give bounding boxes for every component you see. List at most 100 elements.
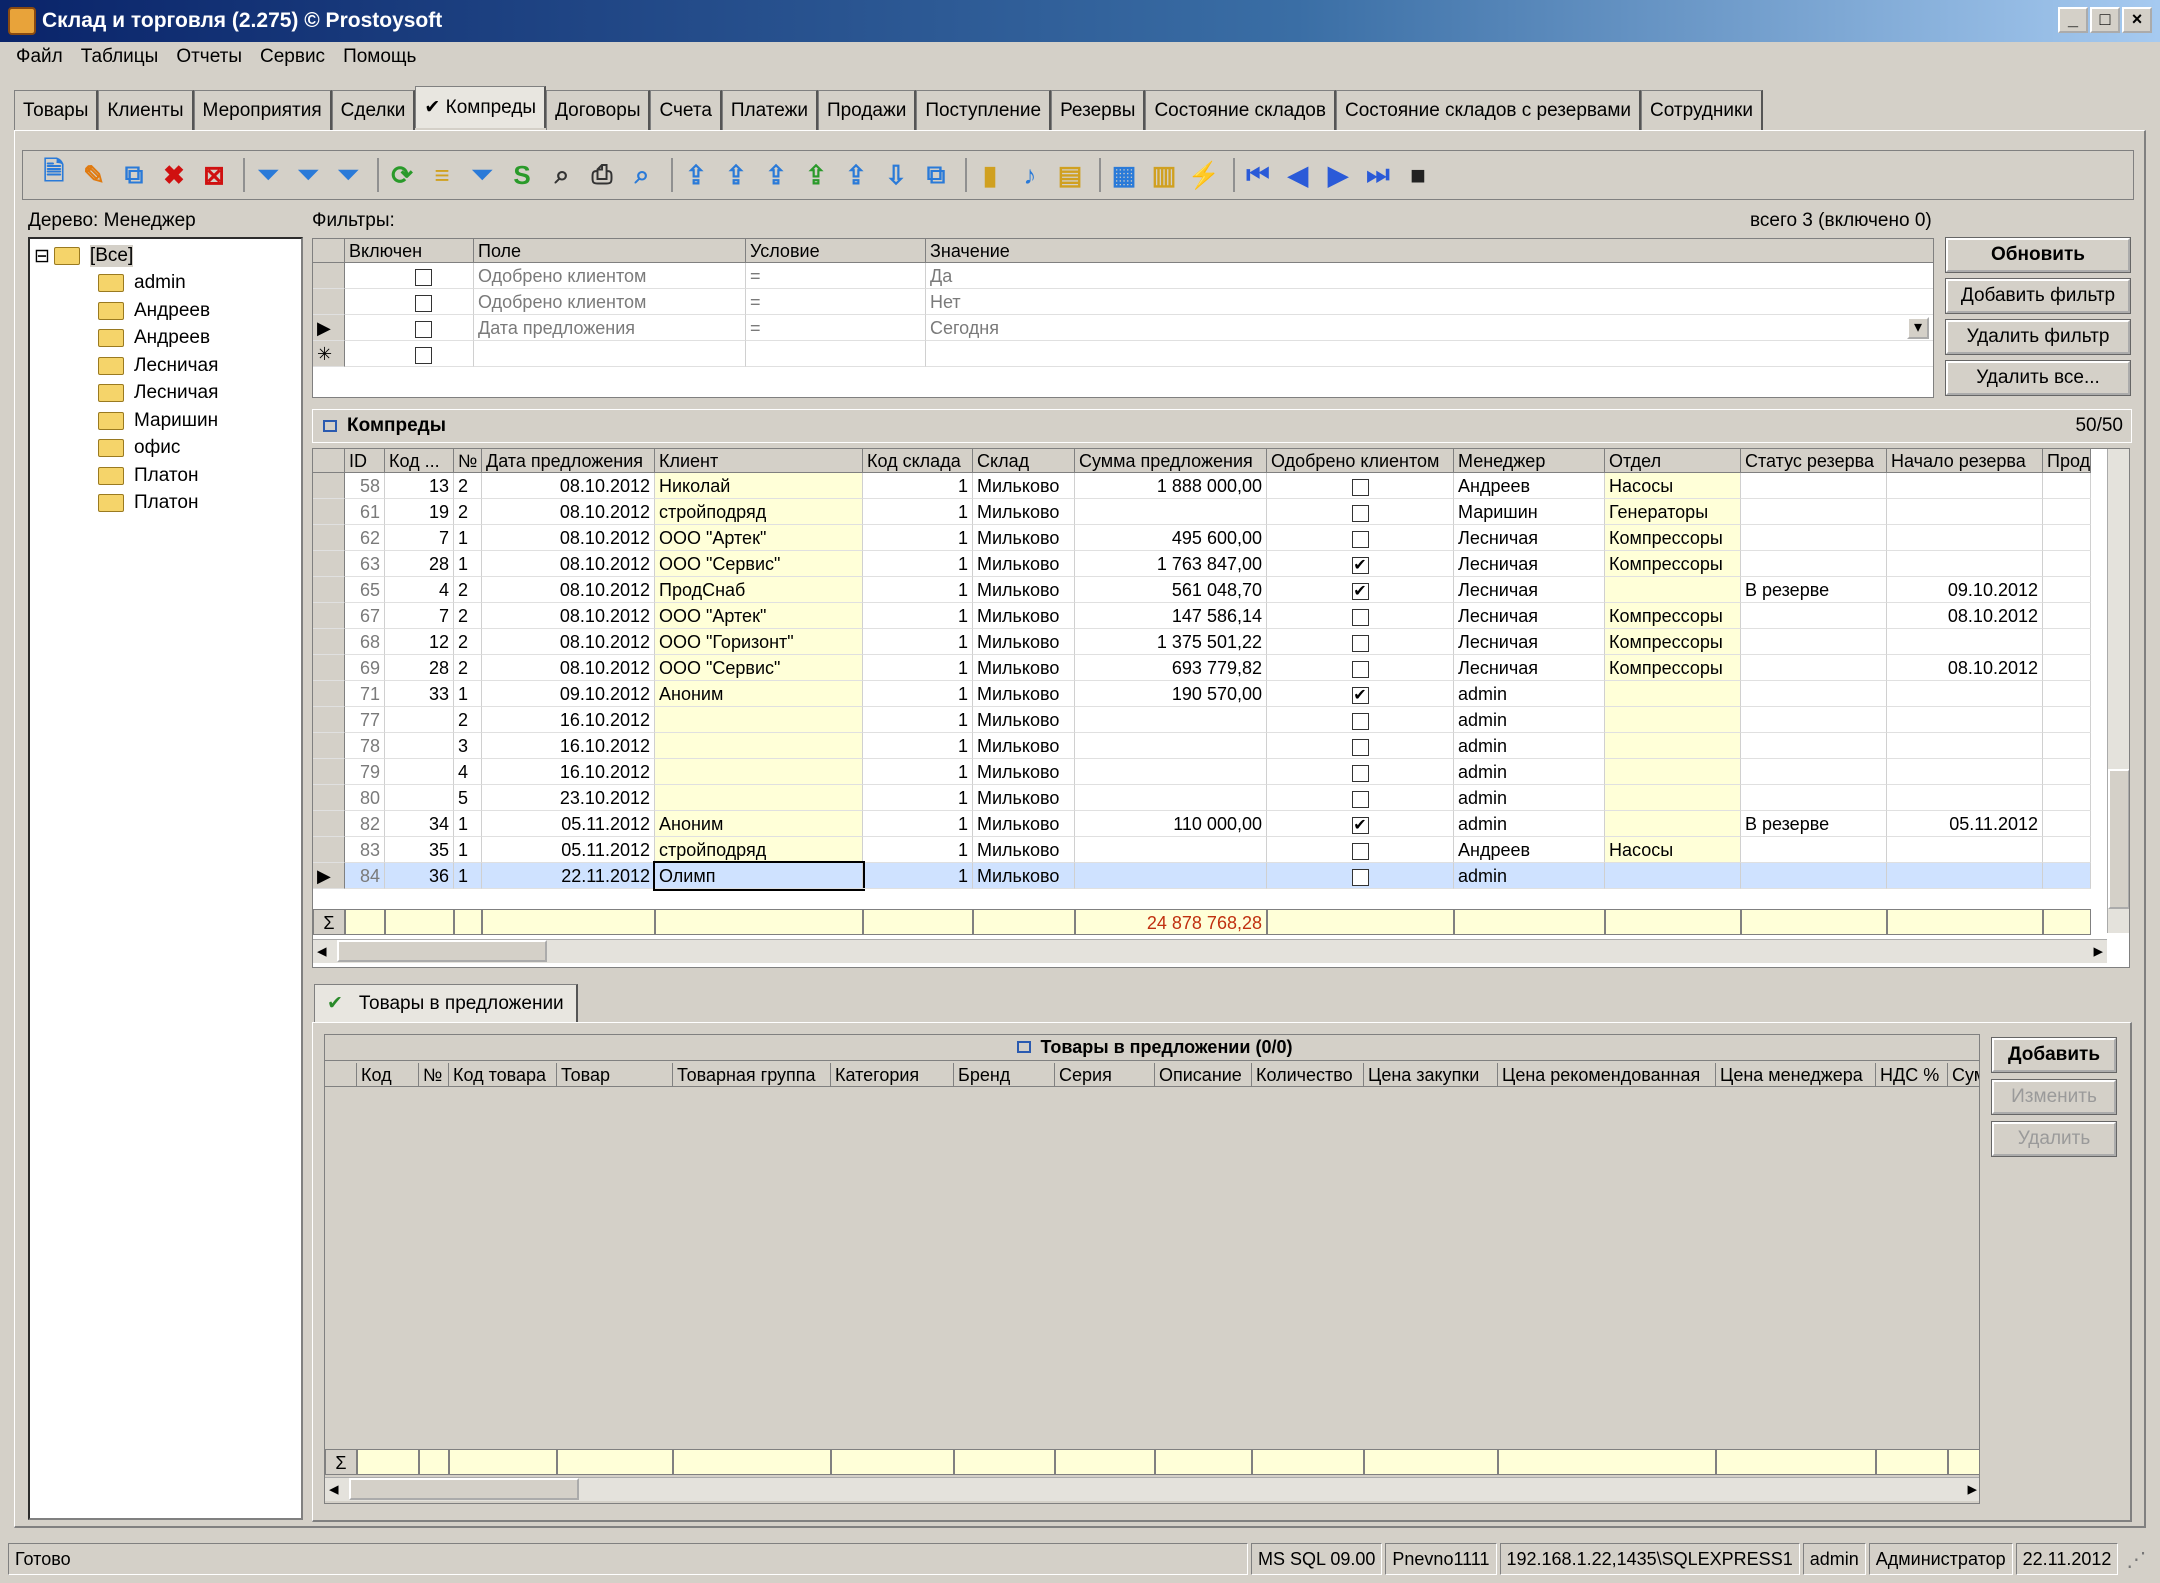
scroll-thumb[interactable] [337, 940, 547, 962]
add-filter-button[interactable]: Добавить фильтр [1945, 278, 2131, 314]
goods-col-header[interactable]: Код товара [449, 1063, 557, 1087]
goods-col-header[interactable]: Бренд [954, 1063, 1055, 1087]
tab-8[interactable]: Продажи [817, 90, 917, 130]
tab-11[interactable]: Состояние складов [1145, 90, 1336, 130]
binoculars-icon[interactable]: ⌕ [545, 157, 579, 193]
tab-13[interactable]: Сотрудники [1641, 90, 1763, 130]
remove-all-filters-button[interactable]: Удалить все... [1945, 360, 2131, 396]
tab-10[interactable]: Резервы [1051, 90, 1146, 130]
tree-item[interactable]: Платон [98, 490, 198, 516]
goods-col-header[interactable]: Количество [1252, 1063, 1364, 1087]
tab-6[interactable]: Счета [650, 90, 722, 130]
table-row[interactable]: 71 33 1 09.10.2012 Аноним 1 Мильково 190 570,00… [313, 681, 2091, 707]
menu-reports[interactable]: Отчеты [176, 46, 242, 68]
cell-ok[interactable] [1267, 525, 1454, 551]
menu-file[interactable]: Файл [16, 46, 63, 68]
kompredy-col-header[interactable]: Сумма предложения [1075, 449, 1267, 473]
dropdown-icon[interactable]: ▾ [1907, 317, 1929, 339]
resize-grip-icon[interactable]: ⋰ [2126, 1547, 2146, 1572]
filter-enabled[interactable] [345, 315, 474, 341]
tab-goods-in-offer[interactable]: ✔ Товары в предложении [314, 984, 578, 1022]
filter-clear-icon[interactable]: ⏷ [331, 157, 365, 193]
checkbox[interactable] [1351, 790, 1369, 808]
scroll-left-icon[interactable]: ◂ [329, 1478, 339, 1501]
kompredy-col-header[interactable]: Начало резерва [1887, 449, 2043, 473]
checkbox[interactable] [415, 320, 432, 338]
table-row[interactable]: 83 35 1 05.11.2012 стройподряд 1 Мильково Андре… [313, 837, 2091, 863]
checkbox[interactable] [1351, 478, 1369, 496]
tree-item[interactable]: Лесничая [98, 353, 218, 379]
goods-col-header[interactable]: Цена закупки [1364, 1063, 1498, 1087]
table-row[interactable]: 63 28 1 08.10.2012 ООО "Сервис" 1 Мильково 1 76… [313, 551, 2091, 577]
delete-goods-button[interactable]: Удалить [1991, 1121, 2117, 1157]
checkbox[interactable] [1351, 868, 1369, 886]
close-button[interactable]: × [2122, 7, 2152, 33]
cell-ok[interactable]: ✔ [1267, 551, 1454, 577]
delete-icon[interactable]: ✖ [157, 157, 191, 193]
kompredy-col-header[interactable]: Статус резерва [1741, 449, 1887, 473]
filter-active-icon[interactable]: ⏷ [465, 157, 499, 193]
kompredy-grid[interactable]: ID Код ... № Дата предложения Клиент Код скла… [312, 448, 2130, 968]
stop-icon[interactable]: ■ [1401, 157, 1435, 193]
menu-help[interactable]: Помощь [343, 46, 416, 68]
tab-3[interactable]: Сделки [331, 90, 416, 130]
edit-icon[interactable]: ✎ [77, 157, 111, 193]
checkbox[interactable] [415, 294, 432, 312]
horizontal-scrollbar[interactable]: ◂ ▸ [313, 939, 2107, 963]
checkbox[interactable] [1351, 634, 1369, 652]
sql-filter-icon[interactable]: S [505, 157, 539, 193]
kompredy-col-header[interactable]: Клиент [655, 449, 863, 473]
goods-col-header[interactable]: Цена менеджера [1716, 1063, 1876, 1087]
table-row[interactable]: 58 13 2 08.10.2012 Николай 1 Мильково 1 888 000… [313, 473, 2091, 499]
kompredy-col-header[interactable]: Одобрено клиентом [1267, 449, 1454, 473]
scroll-thumb[interactable] [2108, 769, 2129, 909]
checkbox[interactable] [1351, 660, 1369, 678]
kompredy-col-header[interactable]: Отдел [1605, 449, 1741, 473]
scroll-thumb[interactable] [349, 1478, 579, 1500]
table-row[interactable]: 68 12 2 08.10.2012 ООО "Горизонт" 1 Мильково 1 … [313, 629, 2091, 655]
filter-icon[interactable]: ⏷ [251, 157, 285, 193]
checkbox[interactable] [1351, 842, 1369, 860]
checkbox-checked[interactable]: ✔ [1351, 556, 1369, 574]
kompredy-col-header[interactable]: Код склада [863, 449, 973, 473]
panel-collapse-icon[interactable] [323, 420, 337, 432]
export-html-icon[interactable]: ⇪ [839, 157, 873, 193]
checkbox[interactable] [1351, 738, 1369, 756]
kompredy-col-header[interactable]: Прод [2043, 449, 2091, 473]
goods-col-header[interactable]: Код [357, 1063, 419, 1087]
filter-enabled[interactable] [345, 341, 474, 367]
refresh-button[interactable]: Обновить [1945, 237, 2131, 273]
next-record-icon[interactable]: ▶ [1321, 157, 1355, 193]
table-row[interactable]: 77 2 16.10.2012 1 Мильково admin [313, 707, 2091, 733]
tree-item[interactable]: Платон [98, 463, 198, 489]
goods-col-header[interactable]: НДС % [1876, 1063, 1948, 1087]
checkbox[interactable] [415, 268, 432, 286]
report-icon[interactable]: ▤ [1053, 157, 1087, 193]
settings-icon[interactable]: ▥ [1147, 157, 1181, 193]
goods-col-header[interactable]: № [419, 1063, 449, 1087]
table-row[interactable]: 78 3 16.10.2012 1 Мильково admin [313, 733, 2091, 759]
cell-ok[interactable] [1267, 603, 1454, 629]
cell-ok[interactable] [1267, 837, 1454, 863]
tab-9[interactable]: Поступление [916, 90, 1052, 130]
cell-ok[interactable] [1267, 759, 1454, 785]
cell-ok[interactable]: ✔ [1267, 577, 1454, 603]
copy-data-icon[interactable]: ⧉ [919, 157, 953, 193]
tree-item[interactable]: Андреев [98, 298, 210, 324]
manager-tree[interactable]: ⊟ [Все] admin Андреев Андреев Лесничая Леснича… [28, 237, 303, 1520]
vertical-scrollbar[interactable] [2107, 449, 2129, 933]
cell-ok[interactable] [1267, 655, 1454, 681]
table-row[interactable]: 61 19 2 08.10.2012 стройподряд 1 Мильково Мариш… [313, 499, 2091, 525]
preview-icon[interactable]: ⌕ [625, 157, 659, 193]
checkbox-checked[interactable]: ✔ [1351, 582, 1369, 600]
checkbox-checked[interactable]: ✔ [1351, 686, 1369, 704]
scroll-right-icon[interactable]: ▸ [2093, 940, 2103, 963]
tab-12[interactable]: Состояние складов с резервами [1335, 90, 1642, 130]
checkbox[interactable] [1351, 764, 1369, 782]
table-icon[interactable]: ▦ [1107, 157, 1141, 193]
edit-goods-button[interactable]: Изменить [1991, 1079, 2117, 1115]
cell-ok[interactable]: ✔ [1267, 811, 1454, 837]
cell-ok[interactable] [1267, 733, 1454, 759]
goods-col-header[interactable]: Категория [831, 1063, 954, 1087]
print-icon[interactable]: ⎙ [585, 157, 619, 193]
